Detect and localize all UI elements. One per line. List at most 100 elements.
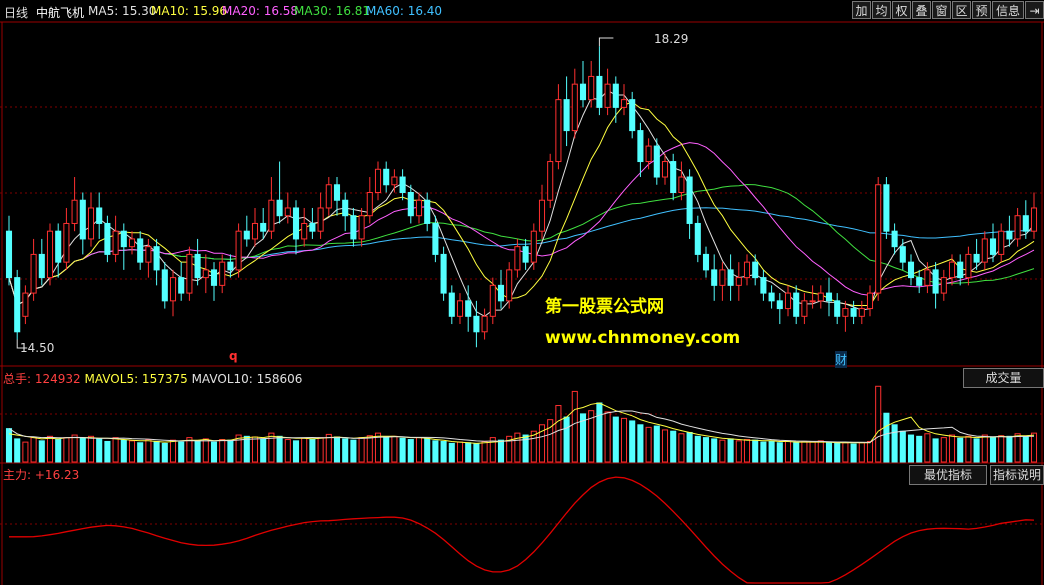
volume-total-label: 总手: (3, 372, 32, 386)
best-indicator-button[interactable]: 最优指标 (909, 465, 987, 485)
candle (522, 238, 529, 270)
volume-bar (637, 424, 644, 463)
candle (87, 192, 95, 247)
candle (374, 161, 382, 201)
candle (768, 285, 775, 309)
volume-bar (604, 411, 611, 463)
volume-bar (1014, 433, 1021, 463)
candle-body (465, 300, 472, 317)
volume-bar (768, 440, 775, 463)
candle-body (202, 269, 209, 279)
candle (161, 262, 168, 309)
candle (760, 269, 767, 301)
candle-body (260, 222, 267, 232)
candle-body (325, 184, 332, 209)
volume-bar (194, 440, 201, 463)
volume-bar (702, 437, 710, 463)
stock-chart[interactable] (0, 0, 1044, 585)
volume-bar (514, 432, 521, 463)
candle (366, 177, 373, 224)
volume-bar (71, 434, 78, 463)
candle-body (473, 315, 480, 333)
candle (620, 84, 628, 116)
candle-body (276, 199, 283, 217)
volume-bar (948, 434, 956, 463)
candle (497, 269, 505, 309)
candle (629, 91, 636, 139)
candle (735, 262, 742, 301)
volume-bar (210, 441, 218, 463)
candle (825, 277, 833, 317)
candle (866, 285, 874, 317)
candle-body (612, 83, 619, 108)
candle (128, 231, 136, 255)
candle (178, 262, 185, 301)
candle-body (481, 315, 488, 333)
candle (235, 223, 242, 278)
volume-bar (924, 433, 931, 463)
indicator-help-button[interactable]: 指标说明 (990, 465, 1044, 485)
candle-body (620, 99, 628, 108)
candle-body (317, 207, 324, 232)
candle-body (391, 176, 398, 186)
grid-lines (0, 21, 1044, 585)
candle-body (702, 253, 710, 271)
candle-body (834, 300, 841, 317)
volume-bar (87, 435, 95, 463)
candle (694, 215, 701, 263)
candle (55, 223, 62, 278)
candle (899, 238, 906, 270)
candle-body (383, 168, 390, 186)
volume-bar (850, 443, 857, 463)
candle (5, 215, 13, 286)
volume-bar (317, 437, 324, 463)
marker-q[interactable]: q (229, 349, 238, 363)
volume-bar (907, 434, 915, 463)
volume-bar (711, 438, 718, 463)
volume-bar (571, 390, 578, 463)
candle (358, 207, 365, 247)
volume-bar (866, 440, 874, 463)
candle-body (899, 246, 906, 263)
candle (481, 308, 488, 340)
volume-bar (358, 437, 365, 463)
candle (612, 76, 619, 123)
candle (96, 192, 103, 239)
candle-body (727, 269, 734, 286)
candle (145, 238, 152, 278)
candle (793, 285, 800, 325)
candle-body (30, 253, 37, 294)
candle (981, 231, 988, 270)
volume-bar (161, 442, 168, 463)
indicator-label: 主力: (3, 468, 32, 482)
volume-bar (965, 435, 972, 463)
volume-button[interactable]: 成交量 (963, 368, 1044, 388)
candle-body (153, 246, 160, 271)
watermark-url: www.chnmoney.com (545, 328, 741, 348)
candle-body (374, 168, 382, 194)
candle-body (137, 238, 144, 263)
candle-body (309, 222, 316, 232)
mavol10-label: MAVOL10: 158606 (191, 372, 303, 386)
volume-bar (260, 438, 267, 463)
candle (415, 192, 423, 224)
volume-bar (940, 437, 947, 463)
candle-body (87, 207, 95, 240)
candle-body (645, 145, 652, 163)
marker-finance[interactable]: 财 (835, 351, 848, 368)
volume-bar (825, 441, 833, 463)
volume-bar (981, 434, 988, 463)
candle-body (1006, 230, 1013, 240)
candle-body (178, 277, 185, 294)
volume-bar (46, 435, 54, 463)
candle-body (743, 261, 751, 279)
candle (711, 254, 718, 301)
candle (440, 246, 447, 301)
candle-body (14, 277, 21, 333)
volume-bar (686, 431, 693, 463)
candle-body (489, 284, 496, 317)
candle-body (5, 230, 13, 279)
candle (104, 215, 111, 263)
candle (153, 238, 160, 286)
volume-bar (809, 441, 816, 463)
